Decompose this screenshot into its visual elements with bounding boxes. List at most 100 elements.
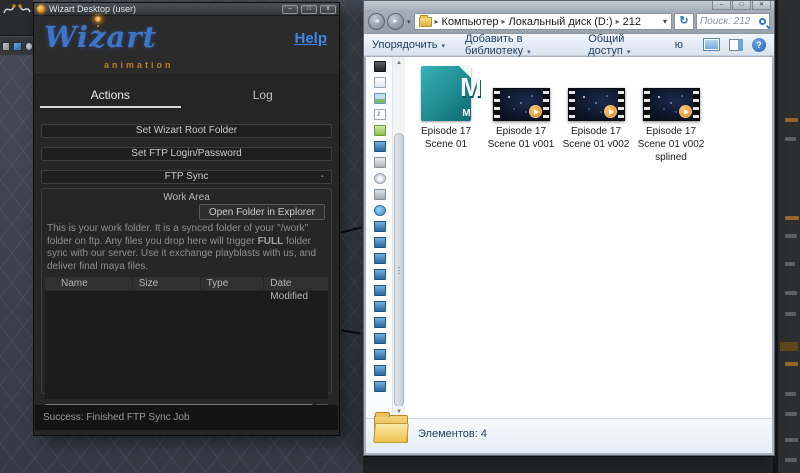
recent-pages-dropdown-icon[interactable]: ▾ xyxy=(407,18,411,26)
details-pane: Элементов: 4 xyxy=(366,412,772,453)
breadcrumb-computer[interactable]: Компьютер xyxy=(442,16,499,28)
panel-row xyxy=(785,234,797,238)
chevron-right-icon: ▸ xyxy=(434,17,439,26)
file-item-video[interactable]: Episode 17 Scene 01 v002 splined xyxy=(636,64,706,164)
close-button[interactable]: ✕ xyxy=(752,1,771,10)
maya-toolbar xyxy=(0,0,33,36)
explorer-window: – □ ✕ ◄ ► ▾ ▸ Компьютер ▸ Локальный диск… xyxy=(363,0,775,456)
explorer-main: ▲ ▼ M MB Episode 17 Scene 01 Epis xyxy=(366,57,772,418)
panel-row xyxy=(785,392,796,396)
panel-row xyxy=(785,262,795,266)
network-icon[interactable] xyxy=(373,205,386,216)
file-name[interactable]: Episode 17 Scene 01 xyxy=(411,125,481,151)
help-icon[interactable]: ? xyxy=(752,37,766,52)
forward-icon[interactable]: ► xyxy=(387,13,404,30)
breadcrumb-local-disk-d[interactable]: Локальный диск (D:) xyxy=(508,16,612,28)
minimize-button[interactable]: – xyxy=(712,1,731,10)
homegroup-icon[interactable] xyxy=(373,125,386,136)
file-name[interactable]: Episode 17 Scene 01 v001 xyxy=(486,125,556,151)
ftp-sync-label: FTP Sync xyxy=(164,171,209,182)
share-menu[interactable]: Общий доступ ▾ xyxy=(588,33,655,57)
chevron-right-icon: ▸ xyxy=(501,17,506,26)
address-dropdown-icon[interactable]: ▾ xyxy=(663,17,667,26)
back-icon[interactable]: ◄ xyxy=(368,13,385,30)
pc-icon[interactable] xyxy=(373,285,386,296)
sphere-tool-icon[interactable] xyxy=(24,41,33,51)
help-link[interactable]: Help xyxy=(294,30,327,47)
sparkle-icon xyxy=(95,16,101,22)
disk-icon[interactable] xyxy=(373,157,386,168)
preview-pane-icon[interactable] xyxy=(729,38,743,51)
column-header-name[interactable]: Name xyxy=(45,277,133,290)
minimize-button[interactable]: – xyxy=(282,4,298,14)
printer-icon[interactable] xyxy=(373,189,386,200)
cube-tool-icon[interactable] xyxy=(13,41,22,51)
toolbar-truncated-item[interactable]: ю xyxy=(675,39,683,51)
address-bar[interactable]: ▸ Компьютер ▸ Локальный диск (D:) ▸ 212 … xyxy=(413,13,672,30)
work-area-file-table: Name Size Type Date Modified xyxy=(45,277,328,411)
pc-icon[interactable] xyxy=(373,253,386,264)
work-area-description: This is your work folder. It is a synced… xyxy=(47,223,326,273)
wizart-tabbar: Actions Log xyxy=(34,75,339,111)
column-header-size[interactable]: Size xyxy=(133,277,201,290)
pc-icon[interactable] xyxy=(373,269,386,280)
document-icon[interactable] xyxy=(373,77,386,88)
ftp-sync-indicator: - xyxy=(320,171,324,182)
chevron-right-icon: ▸ xyxy=(615,17,620,26)
panel-row xyxy=(785,118,798,122)
cd-icon[interactable] xyxy=(373,173,386,184)
breadcrumb-212[interactable]: 212 xyxy=(623,16,641,28)
work-area-group: Work Area Open Folder in Explorer This i… xyxy=(41,188,332,411)
panel-row xyxy=(785,412,797,416)
curve-tool-icon[interactable] xyxy=(17,2,32,16)
search-box[interactable] xyxy=(696,13,770,30)
pc-icon[interactable] xyxy=(373,365,386,376)
active-tab-underline xyxy=(40,106,181,108)
close-button[interactable]: x xyxy=(320,4,336,14)
curve-tool-icon[interactable] xyxy=(2,2,16,16)
column-header-type[interactable]: Type xyxy=(201,277,265,290)
file-name[interactable]: Episode 17 Scene 01 v002 xyxy=(561,125,631,151)
maximize-button[interactable]: □ xyxy=(301,4,317,14)
open-folder-button[interactable]: Open Folder in Explorer xyxy=(198,204,325,220)
search-icon[interactable] xyxy=(759,18,766,25)
organize-menu[interactable]: Упорядочить ▾ xyxy=(372,39,445,51)
videos-icon[interactable] xyxy=(373,61,386,72)
pc-icon[interactable] xyxy=(373,301,386,312)
chevron-down-icon: ▾ xyxy=(441,42,445,50)
image-icon[interactable] xyxy=(373,93,386,104)
file-item-video[interactable]: Episode 17 Scene 01 v001 xyxy=(486,64,556,151)
pc-icon[interactable] xyxy=(373,333,386,344)
change-view-icon[interactable] xyxy=(703,38,720,51)
file-item-video[interactable]: Episode 17 Scene 01 v002 xyxy=(561,64,631,151)
column-header-date-modified[interactable]: Date Modified xyxy=(264,277,328,302)
search-input[interactable] xyxy=(700,16,759,27)
add-to-library-menu[interactable]: Добавить в библиотеку ▾ xyxy=(465,33,568,57)
background-bottom-panel xyxy=(363,456,773,473)
set-ftp-login-button[interactable]: Set FTP Login/Password xyxy=(41,147,332,161)
set-root-folder-button[interactable]: Set Wizart Root Folder xyxy=(41,124,332,138)
chevron-down-icon: ▾ xyxy=(626,48,631,56)
maximize-button[interactable]: □ xyxy=(732,1,751,10)
file-name[interactable]: Episode 17 Scene 01 v002 splined xyxy=(636,125,706,164)
music-icon[interactable] xyxy=(373,108,386,120)
maya-file-icon: M MB xyxy=(421,66,482,121)
cube-tool-icon[interactable] xyxy=(2,41,11,51)
pc-icon[interactable] xyxy=(373,237,386,248)
pc-icon[interactable] xyxy=(373,221,386,232)
wizart-desktop-window: Wizart Desktop (user) – □ x Wizart anima… xyxy=(33,2,340,436)
wizart-titlebar[interactable]: Wizart Desktop (user) – □ x xyxy=(34,3,339,16)
computer-icon[interactable] xyxy=(373,141,386,152)
file-item-maya[interactable]: M MB Episode 17 Scene 01 xyxy=(411,64,482,151)
explorer-titlebar[interactable]: – □ ✕ xyxy=(364,1,774,10)
pc-icon[interactable] xyxy=(373,381,386,392)
ftp-sync-button[interactable]: FTP Sync - xyxy=(41,170,332,184)
panel-row xyxy=(785,137,796,141)
panel-row xyxy=(785,458,797,462)
pc-icon[interactable] xyxy=(373,317,386,328)
thumbnail-speckles xyxy=(644,89,646,91)
tab-log[interactable]: Log xyxy=(187,75,340,111)
folder-icon xyxy=(418,14,432,27)
pc-icon[interactable] xyxy=(373,349,386,360)
refresh-icon[interactable]: ↻ xyxy=(674,13,694,30)
